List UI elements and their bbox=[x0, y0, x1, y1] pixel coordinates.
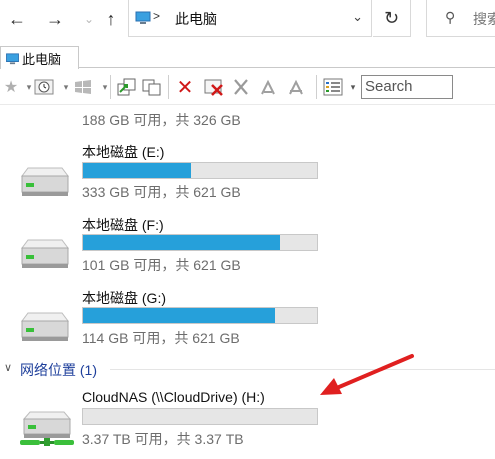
delete-window-icon bbox=[204, 79, 223, 96]
chevron-down-icon: ▾ bbox=[63, 81, 69, 92]
drive-usage-bar bbox=[82, 162, 318, 179]
hard-drive-icon bbox=[21, 239, 69, 268]
network-drive-icon bbox=[20, 411, 74, 446]
drive-name: 本地磁盘 (G:) bbox=[82, 290, 166, 306]
navigation-bar: ← → ⌄ ↑ > 此电脑 ⌄ ↻ ⚲ 搜索 bbox=[0, 0, 495, 40]
chevron-down-icon[interactable]: ∨ bbox=[4, 361, 12, 374]
up-arrow-icon: ↑ bbox=[106, 8, 116, 29]
windows-dropdown[interactable]: ▾ bbox=[94, 76, 116, 98]
this-pc-icon bbox=[6, 53, 19, 65]
drive-usage-fill bbox=[83, 163, 191, 178]
tab-this-pc[interactable]: 此电脑 bbox=[0, 46, 79, 69]
search-input[interactable]: ⚲ 搜索 bbox=[426, 0, 495, 37]
drive-free-space: 114 GB 可用，共 621 GB bbox=[82, 330, 240, 346]
view-button[interactable] bbox=[322, 76, 344, 98]
chevron-down-icon: ▾ bbox=[26, 81, 32, 92]
drive-usage-fill bbox=[83, 235, 280, 250]
history-button[interactable] bbox=[33, 76, 55, 98]
chevron-down-icon: ▾ bbox=[350, 81, 356, 92]
drive-usage-bar bbox=[82, 408, 318, 425]
network-drive-item-h[interactable]: CloudNAS (\\CloudDrive) (H:) 3.37 TB 可用，… bbox=[0, 386, 495, 456]
address-bar[interactable]: > 此电脑 ⌄ bbox=[128, 0, 372, 37]
drive-usage-bar bbox=[82, 307, 318, 324]
refresh-button[interactable]: ↻ bbox=[373, 0, 411, 37]
delete-button[interactable]: ✕ bbox=[174, 76, 196, 99]
delete-x-icon: ✕ bbox=[176, 76, 194, 99]
drive-free-space: 3.37 TB 可用，共 3.37 TB bbox=[82, 431, 244, 447]
undo-button[interactable] bbox=[257, 76, 279, 98]
recent-locations-button[interactable]: ⌄ bbox=[78, 8, 100, 30]
drive-name: 本地磁盘 (E:) bbox=[82, 144, 165, 160]
toolbar: ★ ▾ ▾ ▾ ✕ ▾ Search bbox=[0, 69, 495, 105]
chevron-down-icon: ▾ bbox=[102, 81, 108, 92]
move-to-icon bbox=[117, 78, 136, 96]
cut-button[interactable] bbox=[230, 76, 252, 98]
copy-to-button[interactable] bbox=[141, 76, 163, 98]
drive-item-g[interactable]: 本地磁盘 (G:) 114 GB 可用，共 621 GB bbox=[0, 285, 495, 349]
drive-item-partial[interactable]: 188 GB 可用，共 326 GB bbox=[0, 105, 495, 128]
drive-name: CloudNAS (\\CloudDrive) (H:) bbox=[82, 389, 265, 405]
address-dropdown-icon[interactable]: ⌄ bbox=[352, 9, 363, 25]
refresh-icon: ↻ bbox=[383, 7, 400, 28]
tab-label: 此电脑 bbox=[22, 52, 62, 67]
back-button[interactable]: ← bbox=[6, 8, 28, 30]
toolbar-search-field[interactable]: Search bbox=[361, 75, 453, 99]
annotation-arrow bbox=[320, 354, 414, 395]
move-to-button[interactable] bbox=[116, 76, 138, 98]
forward-arrow-icon: → bbox=[46, 8, 64, 29]
history-icon bbox=[34, 79, 54, 95]
chevron-down-icon: ⌄ bbox=[83, 12, 95, 26]
drives-view: 188 GB 可用，共 326 GB 本地磁盘 (E:) 333 GB 可用，共… bbox=[0, 105, 495, 459]
windows-logo-icon bbox=[75, 80, 91, 94]
delete-permanently-button[interactable] bbox=[203, 76, 225, 98]
drive-usage-fill bbox=[83, 308, 275, 323]
group-divider bbox=[110, 369, 495, 370]
redo-arrow-icon bbox=[289, 79, 303, 95]
up-button[interactable]: ↑ bbox=[100, 8, 122, 30]
windows-button[interactable] bbox=[72, 76, 94, 98]
search-placeholder: 搜索 bbox=[473, 11, 495, 27]
drive-name: 本地磁盘 (F:) bbox=[82, 217, 164, 233]
back-arrow-icon: ← bbox=[8, 8, 26, 29]
network-locations-group[interactable]: ∨ 网络位置 (1) bbox=[0, 359, 495, 379]
breadcrumb-separator[interactable]: > bbox=[153, 9, 160, 23]
breadcrumb-this-pc[interactable]: 此电脑 bbox=[175, 9, 217, 29]
hard-drive-icon bbox=[21, 167, 69, 196]
redo-button[interactable] bbox=[285, 76, 307, 98]
tab-strip: 此电脑 bbox=[0, 40, 495, 69]
this-pc-icon bbox=[135, 11, 151, 24]
drive-free-space: 188 GB 可用，共 326 GB bbox=[82, 112, 241, 128]
toolbar-divider bbox=[110, 75, 111, 99]
drive-free-space: 333 GB 可用，共 621 GB bbox=[82, 184, 241, 200]
forward-button[interactable]: → bbox=[44, 8, 66, 30]
view-grid-icon bbox=[323, 78, 343, 96]
undo-arrow-icon bbox=[261, 79, 275, 95]
toolbar-divider bbox=[168, 75, 169, 99]
drive-usage-bar bbox=[82, 234, 318, 251]
toolbar-divider bbox=[316, 75, 317, 99]
star-icon: ★ bbox=[3, 79, 19, 96]
group-title: 网络位置 (1) bbox=[20, 362, 97, 378]
copy-to-icon bbox=[142, 79, 161, 96]
search-icon: ⚲ bbox=[445, 9, 456, 25]
drive-item-e[interactable]: 本地磁盘 (E:) 333 GB 可用，共 621 GB bbox=[0, 139, 495, 203]
scissors-icon bbox=[234, 79, 248, 95]
drive-item-f[interactable]: 本地磁盘 (F:) 101 GB 可用，共 621 GB bbox=[0, 212, 495, 276]
drive-free-space: 101 GB 可用，共 621 GB bbox=[82, 257, 241, 273]
hard-drive-icon bbox=[21, 312, 69, 341]
